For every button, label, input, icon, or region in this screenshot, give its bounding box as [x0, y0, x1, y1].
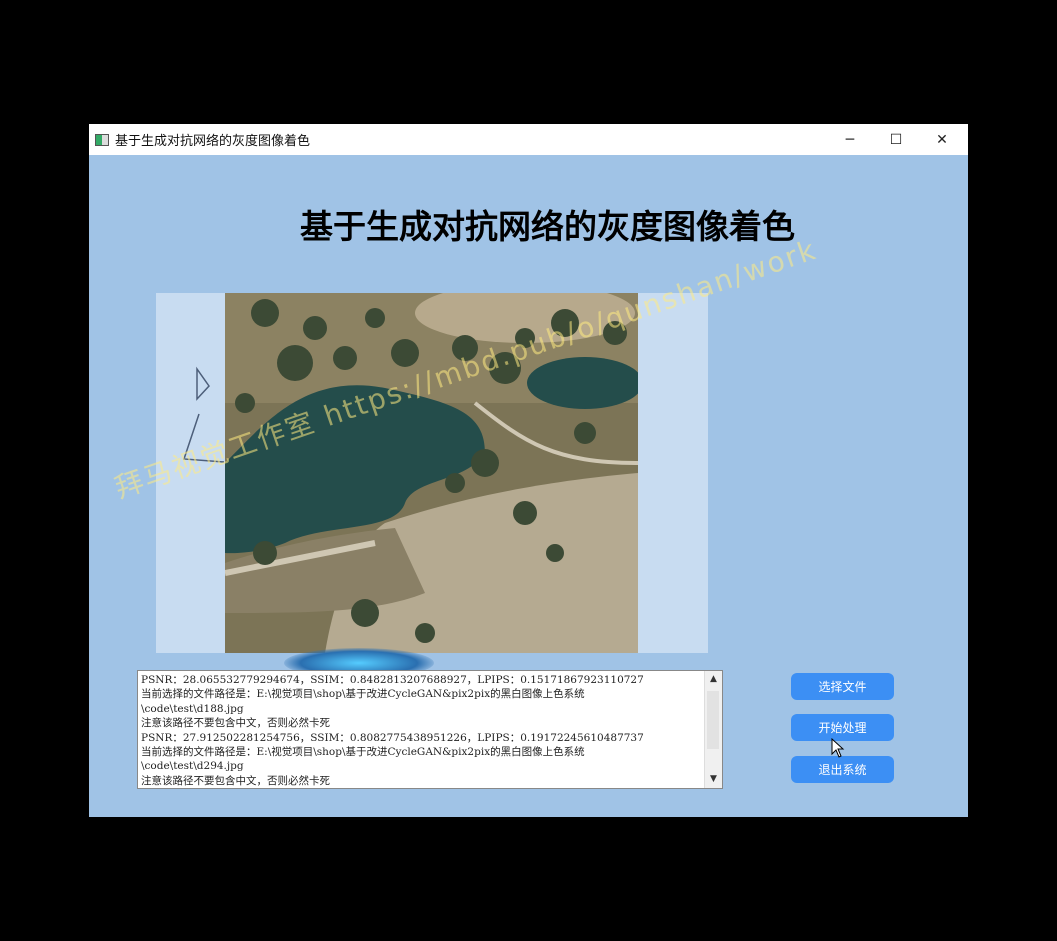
scroll-thumb[interactable] — [707, 691, 719, 749]
log-line: 注意该路径不要包含中文，否则必然卡死 — [141, 774, 330, 787]
page-title: 基于生成对抗网络的灰度图像着色 — [300, 207, 795, 246]
log-line: 当前选择的文件路径是：E:\视觉项目\shop\基于改进CycleGAN&pix… — [141, 688, 585, 701]
window-title: 基于生成对抗网络的灰度图像着色 — [115, 134, 311, 149]
scroll-down-arrow-icon[interactable]: ▼ — [705, 771, 722, 788]
app-window: 基于生成对抗网络的灰度图像着色 ─ ☐ ✕ 基于生成对抗网络的灰度图像着色 PS… — [89, 124, 968, 817]
log-line: PSNR：28.065532779294674，SSIM：0.848281320… — [141, 674, 644, 686]
log-textbox[interactable]: PSNR：28.065532779294674，SSIM：0.848281320… — [137, 670, 723, 789]
log-line: \code\test\d188.jpg — [141, 702, 244, 715]
log-content: PSNR：28.065532779294674，SSIM：0.848281320… — [141, 673, 701, 788]
close-button[interactable]: ✕ — [919, 124, 965, 155]
log-line: PSNR：27.912502281254756，SSIM：0.808277543… — [141, 731, 644, 744]
minimize-button[interactable]: ─ — [827, 124, 873, 155]
scroll-up-arrow-icon[interactable]: ▲ — [705, 671, 722, 688]
app-icon — [95, 133, 109, 146]
log-line: \code\test\d294.jpg — [141, 760, 244, 773]
title-bar: 基于生成对抗网络的灰度图像着色 ─ ☐ ✕ — [89, 124, 968, 155]
select-file-button[interactable]: 选择文件 — [791, 673, 894, 700]
cursor-icon — [831, 738, 845, 758]
log-line: 注意该路径不要包含中文，否则必然卡死 — [141, 717, 330, 730]
exit-system-button[interactable]: 退出系统 — [791, 756, 894, 783]
log-scrollbar[interactable]: ▲ ▼ — [704, 671, 722, 788]
start-process-button[interactable]: 开始处理 — [791, 714, 894, 741]
log-line: 当前选择的文件路径是：E:\视觉项目\shop\基于改进CycleGAN&pix… — [141, 746, 585, 759]
maximize-button[interactable]: ☐ — [873, 124, 919, 155]
